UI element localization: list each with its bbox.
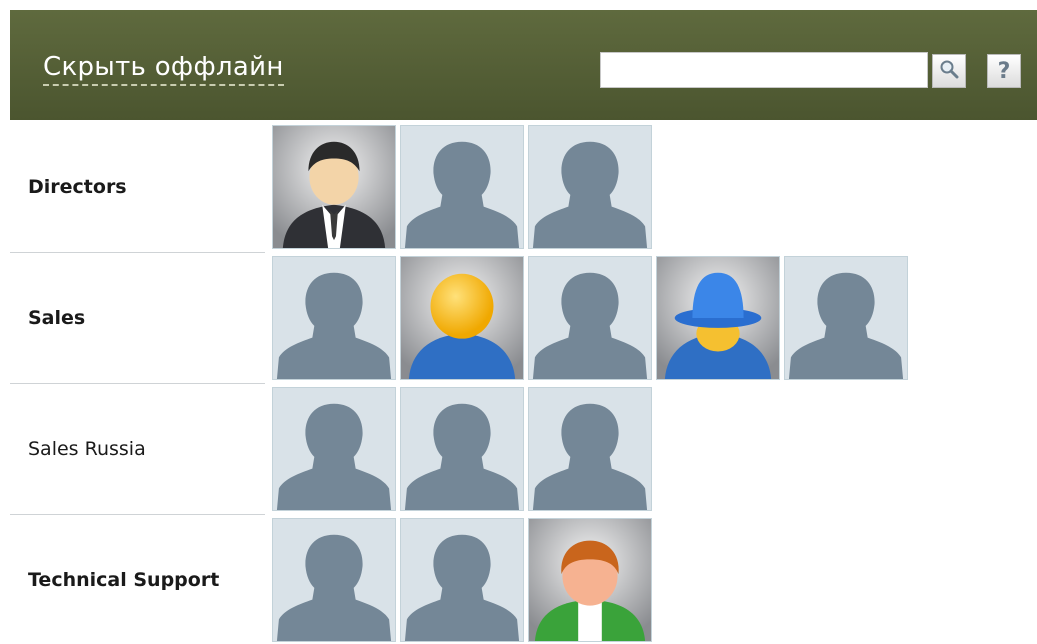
operator-avatar-placeholder[interactable] — [528, 387, 652, 511]
operator-avatar-placeholder[interactable] — [400, 518, 524, 642]
search-button[interactable] — [932, 54, 966, 88]
green-shirt-avatar[interactable] — [528, 518, 652, 642]
operator-avatar-placeholder[interactable] — [784, 256, 908, 380]
director-avatar[interactable] — [272, 125, 396, 249]
yellow-head-avatar[interactable] — [400, 256, 524, 380]
operator-avatar-placeholder[interactable] — [528, 256, 652, 380]
operator-avatar-placeholder[interactable] — [272, 387, 396, 511]
operator-avatar-placeholder[interactable] — [272, 518, 396, 642]
group-avatars — [272, 256, 912, 380]
help-button[interactable]: ? — [987, 54, 1021, 88]
header-bar: Скрыть оффлайн ? — [10, 10, 1037, 120]
group-name: Sales — [28, 307, 86, 329]
hide-offline-toggle[interactable]: Скрыть оффлайн — [43, 52, 284, 86]
operator-avatar-placeholder[interactable] — [400, 387, 524, 511]
group-avatars — [272, 125, 656, 249]
group-avatars — [272, 387, 656, 511]
operator-avatar-placeholder[interactable] — [400, 125, 524, 249]
help-icon: ? — [997, 58, 1011, 84]
blue-hat-avatar[interactable] — [656, 256, 780, 380]
group-avatars — [272, 518, 656, 642]
operator-avatar-placeholder[interactable] — [528, 125, 652, 249]
group-name: Technical Support — [28, 569, 220, 591]
group-divider — [10, 514, 265, 515]
group-name: Sales Russia — [28, 438, 146, 460]
search-input[interactable] — [600, 52, 928, 88]
group-divider — [10, 252, 265, 253]
operator-avatar-placeholder[interactable] — [272, 256, 396, 380]
magnifier-icon — [939, 59, 959, 83]
group-name: Directors — [28, 176, 127, 198]
group-divider — [10, 383, 265, 384]
